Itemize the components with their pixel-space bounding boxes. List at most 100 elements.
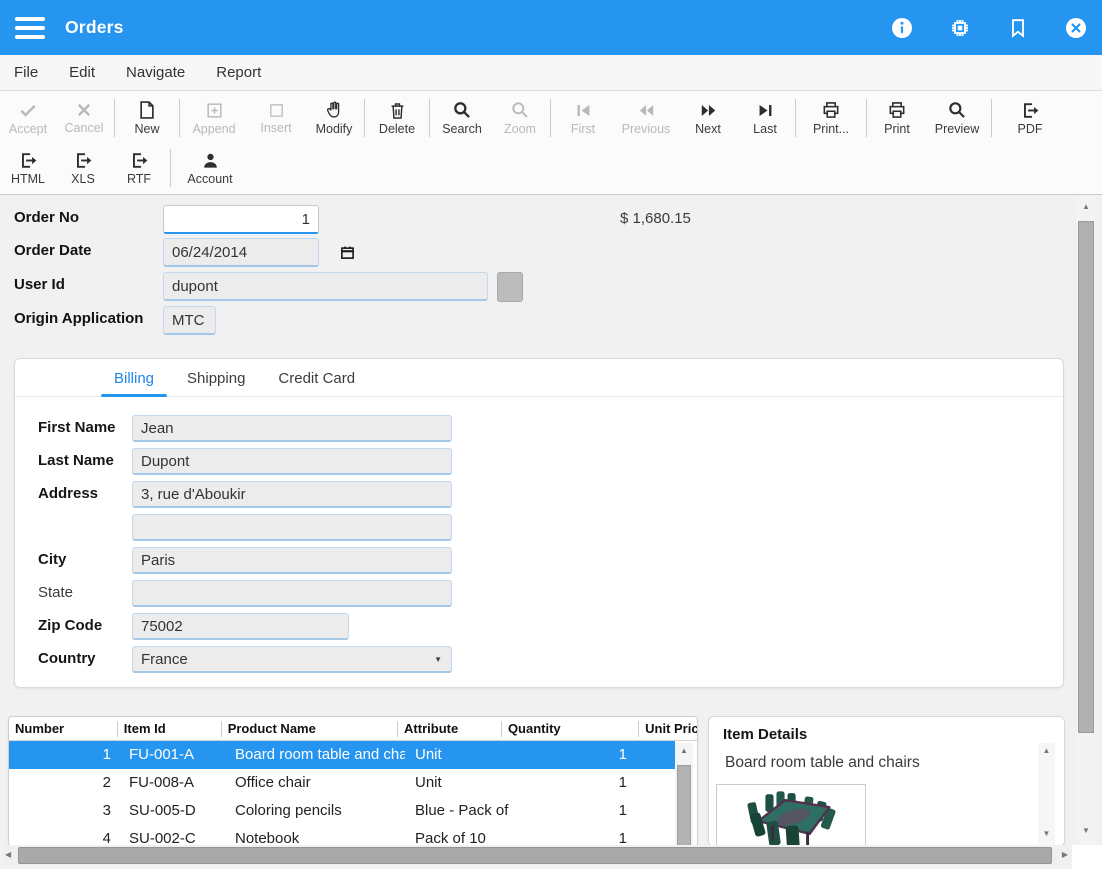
xls-export-button[interactable]: XLS <box>56 151 110 186</box>
order-total: $ 1,680.15 <box>620 210 691 227</box>
scroll-left-icon[interactable]: ◀ <box>5 847 11 863</box>
hamburger-menu-icon[interactable] <box>15 17 45 39</box>
zip-code-label: Zip Code <box>38 617 102 634</box>
scrollbar-thumb[interactable] <box>1078 221 1094 733</box>
tab-shipping[interactable]: Shipping <box>182 370 250 396</box>
bookmark-icon[interactable] <box>1006 16 1030 40</box>
city-label: City <box>38 551 66 568</box>
window-title: Orders <box>65 17 124 38</box>
preview-button[interactable]: Preview <box>925 100 989 136</box>
scroll-up-icon[interactable]: ▲ <box>1077 195 1095 219</box>
column-header-unit-price[interactable]: Unit Price <box>638 721 697 737</box>
print-button[interactable]: Print <box>869 100 925 136</box>
toolbar-separator <box>550 99 551 137</box>
page-vertical-scrollbar[interactable]: ▲ ▼ <box>1077 195 1095 845</box>
column-header-item-id[interactable]: Item Id <box>117 721 221 737</box>
product-photo <box>716 784 866 847</box>
table-row[interactable]: 1 FU-001-A Board room table and chairs U… <box>9 741 675 769</box>
last-button[interactable]: Last <box>737 101 793 136</box>
cancel-button[interactable]: Cancel <box>56 101 112 135</box>
scroll-down-icon[interactable]: ▼ <box>1038 826 1055 842</box>
column-header-attribute[interactable]: Attribute <box>397 721 501 737</box>
scroll-down-icon[interactable]: ▼ <box>1077 823 1095 839</box>
scrollbar-thumb[interactable] <box>18 847 1052 864</box>
user-lookup-button[interactable] <box>497 272 523 302</box>
close-icon[interactable] <box>1064 16 1088 40</box>
table-row[interactable]: 3 SU-005-D Coloring pencils Blue - Pack … <box>9 797 675 825</box>
scroll-right-icon[interactable]: ▶ <box>1062 847 1068 863</box>
double-right-icon <box>699 101 718 120</box>
first-button[interactable]: First <box>553 101 613 136</box>
column-header-number[interactable]: Number <box>9 721 117 737</box>
toolbar-row-2: HTML XLS RTF Account <box>0 141 1102 191</box>
delete-button[interactable]: Delete <box>367 101 427 136</box>
skip-first-icon <box>574 101 593 120</box>
info-icon[interactable] <box>890 16 914 40</box>
search-button[interactable]: Search <box>432 100 492 136</box>
rtf-export-button[interactable]: RTF <box>110 151 168 186</box>
double-left-icon <box>637 101 656 120</box>
menu-file[interactable]: File <box>14 64 38 81</box>
menu-navigate[interactable]: Navigate <box>126 64 185 81</box>
order-date-input[interactable] <box>163 238 319 267</box>
new-document-icon <box>137 100 157 120</box>
table-row[interactable]: 4 SU-002-C Notebook Pack of 10 1 <box>9 825 675 847</box>
address-label: Address <box>38 485 98 502</box>
toolbar-separator <box>866 99 867 137</box>
first-name-input[interactable] <box>132 415 452 442</box>
state-label: State <box>38 584 73 601</box>
scrollbar-corner <box>1072 845 1102 869</box>
country-select[interactable]: France ▼ <box>132 646 452 673</box>
new-button[interactable]: New <box>117 100 177 136</box>
state-input[interactable] <box>132 580 452 607</box>
chevron-down-icon: ▼ <box>434 655 442 664</box>
table-row[interactable]: 2 FU-008-A Office chair Unit 1 <box>9 769 675 797</box>
tab-billing[interactable]: Billing <box>109 370 159 396</box>
city-input[interactable] <box>132 547 452 574</box>
printer-icon <box>821 100 841 120</box>
menu-edit[interactable]: Edit <box>69 64 95 81</box>
scrollbar-thumb[interactable] <box>677 765 691 847</box>
printer-icon <box>887 100 907 120</box>
address2-input[interactable] <box>132 514 452 541</box>
accept-button[interactable]: Accept <box>0 100 56 136</box>
user-id-input[interactable] <box>163 272 488 301</box>
scroll-up-icon[interactable]: ▲ <box>1038 743 1055 759</box>
tab-credit-card[interactable]: Credit Card <box>273 370 360 396</box>
order-no-input[interactable] <box>163 205 319 234</box>
menu-report[interactable]: Report <box>216 64 261 81</box>
next-button[interactable]: Next <box>679 101 737 136</box>
column-header-product[interactable]: Product Name <box>221 721 397 737</box>
debugger-chip-icon[interactable] <box>948 16 972 40</box>
country-value: France <box>141 651 188 668</box>
export-icon <box>74 151 93 170</box>
item-details-product-name: Board room table and chairs <box>725 754 920 772</box>
previous-button[interactable]: Previous <box>613 101 679 136</box>
html-export-button[interactable]: HTML <box>0 151 56 186</box>
account-button[interactable]: Account <box>173 151 247 186</box>
zip-code-input[interactable] <box>132 613 349 640</box>
zoom-button[interactable]: Zoom <box>492 100 548 136</box>
table-header-row: Number Item Id Product Name Attribute Qu… <box>9 717 697 741</box>
modify-button[interactable]: Modify <box>306 100 362 136</box>
scroll-up-icon[interactable]: ▲ <box>675 743 693 759</box>
orders-window: Orders File Edit Navigate Report <box>0 0 1102 869</box>
print-dialog-button[interactable]: Print... <box>798 100 864 136</box>
table-vertical-scrollbar[interactable]: ▲ <box>675 743 693 846</box>
calendar-icon[interactable] <box>340 245 355 265</box>
toolbar-row-1: Accept Cancel New Append Insert <box>0 91 1102 141</box>
export-icon <box>130 151 149 170</box>
toolbar-separator <box>170 149 171 187</box>
origin-application-input[interactable] <box>163 306 216 335</box>
append-button[interactable]: Append <box>182 101 246 136</box>
titlebar-actions <box>890 0 1088 55</box>
insert-button[interactable]: Insert <box>246 102 306 135</box>
details-vertical-scrollbar[interactable]: ▲ ▼ <box>1038 743 1055 846</box>
billing-card: Billing Shipping Credit Card First Name … <box>14 358 1064 688</box>
address-input[interactable] <box>132 481 452 508</box>
last-name-input[interactable] <box>132 448 452 475</box>
column-header-quantity[interactable]: Quantity <box>501 721 638 737</box>
order-no-label: Order No <box>14 209 79 226</box>
pdf-button[interactable]: PDF <box>1002 101 1058 136</box>
page-horizontal-scrollbar[interactable]: ◀ ▶ <box>4 845 1072 866</box>
